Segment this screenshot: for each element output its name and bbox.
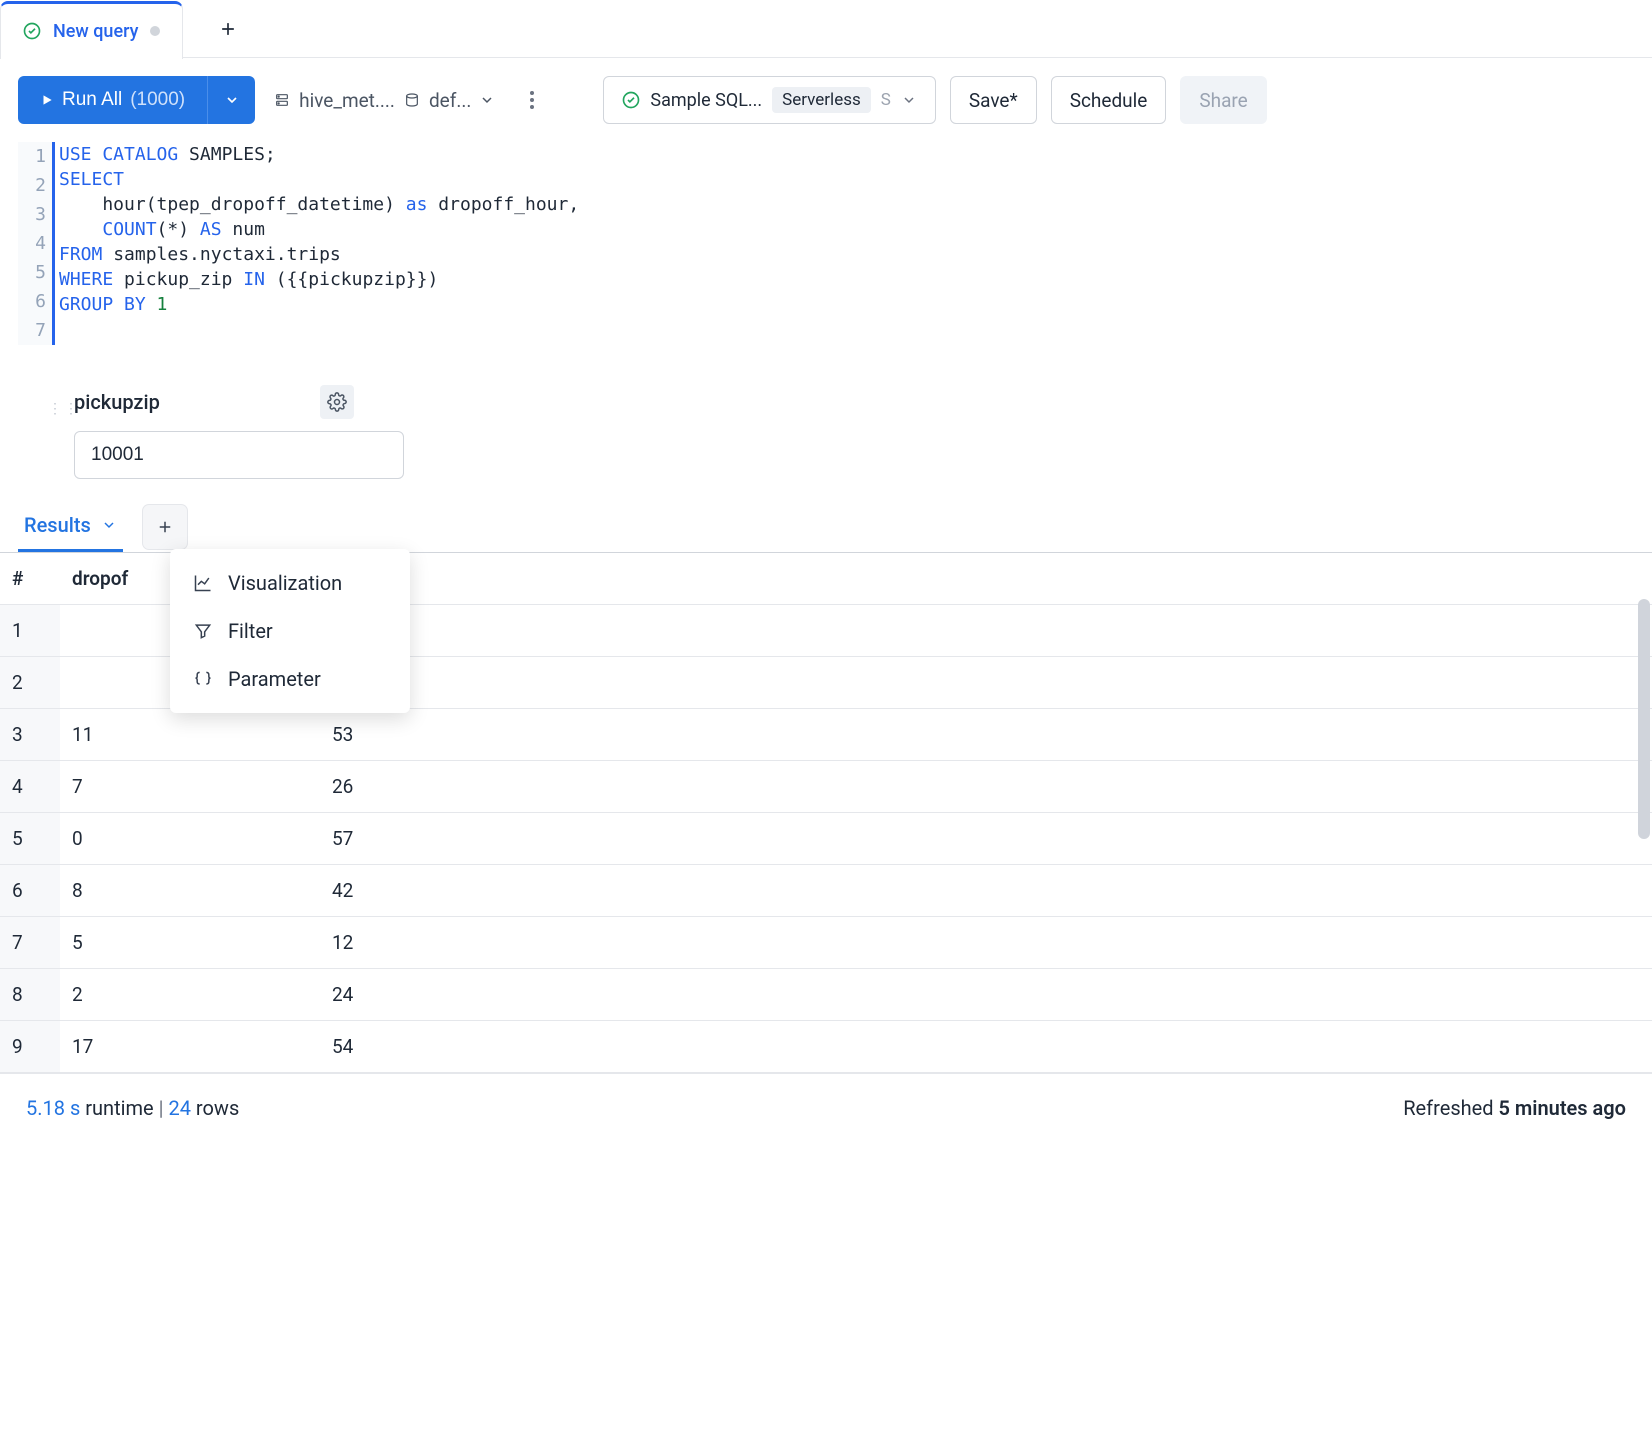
cell-num: 42	[320, 865, 560, 917]
results-tab[interactable]: Results	[18, 501, 123, 552]
cell-index: 2	[0, 657, 60, 709]
header-index[interactable]: #	[0, 553, 60, 605]
table-row[interactable]: 5057	[0, 813, 1652, 865]
unsaved-dot-icon	[150, 26, 160, 36]
add-results-menu: Visualization Filter Parameter	[170, 549, 410, 713]
toolbar: Run All (1000) hive_met.... def...	[0, 58, 1652, 142]
table-row[interactable]: 8224	[0, 969, 1652, 1021]
refreshed-text: Refreshed 5 minutes ago	[1403, 1096, 1626, 1120]
results-tabs: Results Visualization Filter	[0, 489, 1652, 553]
cell-index: 8	[0, 969, 60, 1021]
table-row[interactable]: 7512	[0, 917, 1652, 969]
cell-dropoff: 11	[60, 709, 320, 761]
param-name: pickupzip	[74, 390, 160, 414]
chevron-down-icon	[901, 92, 917, 108]
cell-index: 9	[0, 1021, 60, 1073]
save-button[interactable]: Save*	[950, 76, 1037, 124]
compute-badge: Serverless	[772, 87, 871, 113]
cell-num: 12	[320, 917, 560, 969]
cell-index: 6	[0, 865, 60, 917]
compute-label: Sample SQL...	[650, 90, 762, 111]
cell-dropoff: 7	[60, 761, 320, 813]
more-options-button[interactable]	[517, 91, 547, 109]
catalog-selector[interactable]: hive_met.... def...	[273, 89, 495, 112]
catalog-icon	[273, 91, 291, 109]
cell-dropoff: 5	[60, 917, 320, 969]
cell-num: 53	[320, 709, 560, 761]
runtime-text: 5.18 s runtime | 24 rows	[26, 1096, 239, 1120]
table-row[interactable]: 31153	[0, 709, 1652, 761]
run-all-button[interactable]: Run All (1000)	[18, 76, 207, 124]
menu-item-parameter[interactable]: Parameter	[170, 655, 410, 703]
run-dropdown-button[interactable]	[207, 76, 255, 124]
scrollbar-thumb[interactable]	[1638, 599, 1650, 839]
cell-dropoff: 2	[60, 969, 320, 1021]
cell-dropoff: 17	[60, 1021, 320, 1073]
schema-name: def...	[429, 89, 471, 112]
chart-line-icon	[192, 572, 214, 594]
check-circle-icon	[23, 22, 41, 40]
sql-editor[interactable]: 1234567 USE CATALOG SAMPLES;SELECT hour(…	[0, 142, 1652, 345]
run-button-group: Run All (1000)	[18, 76, 255, 124]
cell-dropoff: 0	[60, 813, 320, 865]
param-settings-button[interactable]	[320, 385, 354, 419]
cell-num: 24	[320, 969, 560, 1021]
compute-letter: S	[881, 90, 891, 110]
database-icon	[403, 91, 421, 109]
catalog-name: hive_met....	[299, 89, 395, 112]
status-bar: 5.18 s runtime | 24 rows Refreshed 5 min…	[0, 1073, 1652, 1142]
cell-index: 3	[0, 709, 60, 761]
share-button: Share	[1180, 76, 1266, 124]
table-row[interactable]: 91754	[0, 1021, 1652, 1073]
menu-item-filter[interactable]: Filter	[170, 607, 410, 655]
chevron-down-icon	[101, 517, 117, 533]
compute-selector[interactable]: Sample SQL... Serverless S	[603, 76, 935, 124]
cell-index: 7	[0, 917, 60, 969]
new-tab-button[interactable]	[203, 19, 253, 39]
cell-index: 5	[0, 813, 60, 865]
param-value-input[interactable]	[74, 431, 404, 479]
drag-handle-icon[interactable]: ⋮⋮	[48, 385, 60, 433]
line-gutter: 1234567	[18, 142, 52, 345]
run-limit: (1000)	[130, 89, 185, 111]
schedule-button[interactable]: Schedule	[1051, 76, 1167, 124]
check-circle-icon	[622, 91, 640, 109]
tab-bar: New query	[0, 0, 1652, 58]
chevron-down-icon	[479, 92, 495, 108]
braces-icon	[192, 668, 214, 690]
table-row[interactable]: 6842	[0, 865, 1652, 917]
cell-index: 4	[0, 761, 60, 813]
cell-num: 26	[320, 761, 560, 813]
filter-icon	[192, 620, 214, 642]
cell-index: 1	[0, 605, 60, 657]
table-row[interactable]: 4726	[0, 761, 1652, 813]
cell-dropoff: 8	[60, 865, 320, 917]
code-area[interactable]: USE CATALOG SAMPLES;SELECT hour(tpep_dro…	[52, 142, 579, 345]
add-results-tab-button[interactable]	[143, 505, 187, 549]
query-tab[interactable]: New query	[0, 1, 183, 59]
menu-item-visualization[interactable]: Visualization	[170, 559, 410, 607]
cell-num: 57	[320, 813, 560, 865]
cell-num: 54	[320, 1021, 560, 1073]
tab-title: New query	[53, 21, 138, 42]
parameters-section: ⋮⋮ pickupzip	[0, 345, 1652, 489]
run-label: Run All	[62, 89, 122, 111]
